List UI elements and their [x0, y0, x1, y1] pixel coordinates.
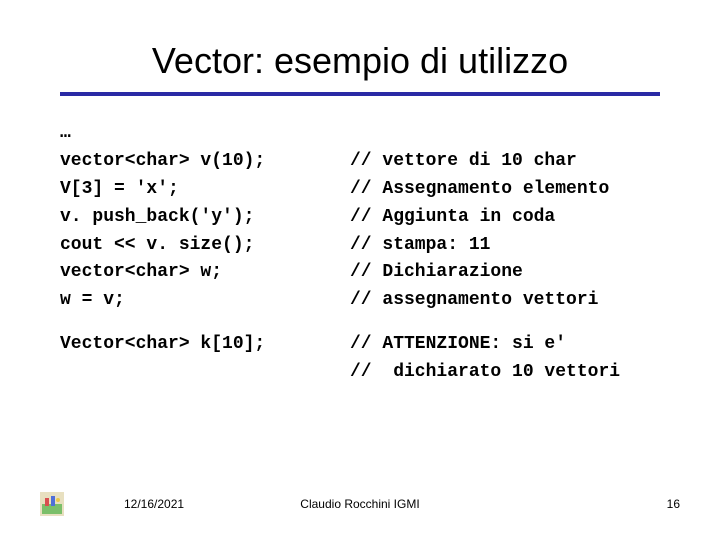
code-right-1: // vettore di 10 char // Assegnamento el… [350, 120, 660, 315]
slide: Vector: esempio di utilizzo … vector<cha… [0, 0, 720, 540]
code-left-2: Vector<char> k[10]; [60, 331, 350, 387]
title-divider [60, 92, 660, 96]
slide-icon [40, 492, 64, 516]
code-block-2: Vector<char> k[10]; // ATTENZIONE: si e'… [60, 331, 660, 387]
footer-page: 16 [667, 497, 680, 511]
footer: 12/16/2021 Claudio Rocchini IGMI 16 [0, 492, 720, 516]
code-block-1: … vector<char> v(10); V[3] = 'x'; v. pus… [60, 120, 660, 315]
code-left-1: … vector<char> v(10); V[3] = 'x'; v. pus… [60, 120, 350, 315]
footer-author: Claudio Rocchini IGMI [300, 497, 419, 511]
code-right-2: // ATTENZIONE: si e' // dichiarato 10 ve… [350, 331, 660, 387]
footer-date: 12/16/2021 [124, 497, 184, 511]
page-title: Vector: esempio di utilizzo [60, 40, 660, 82]
